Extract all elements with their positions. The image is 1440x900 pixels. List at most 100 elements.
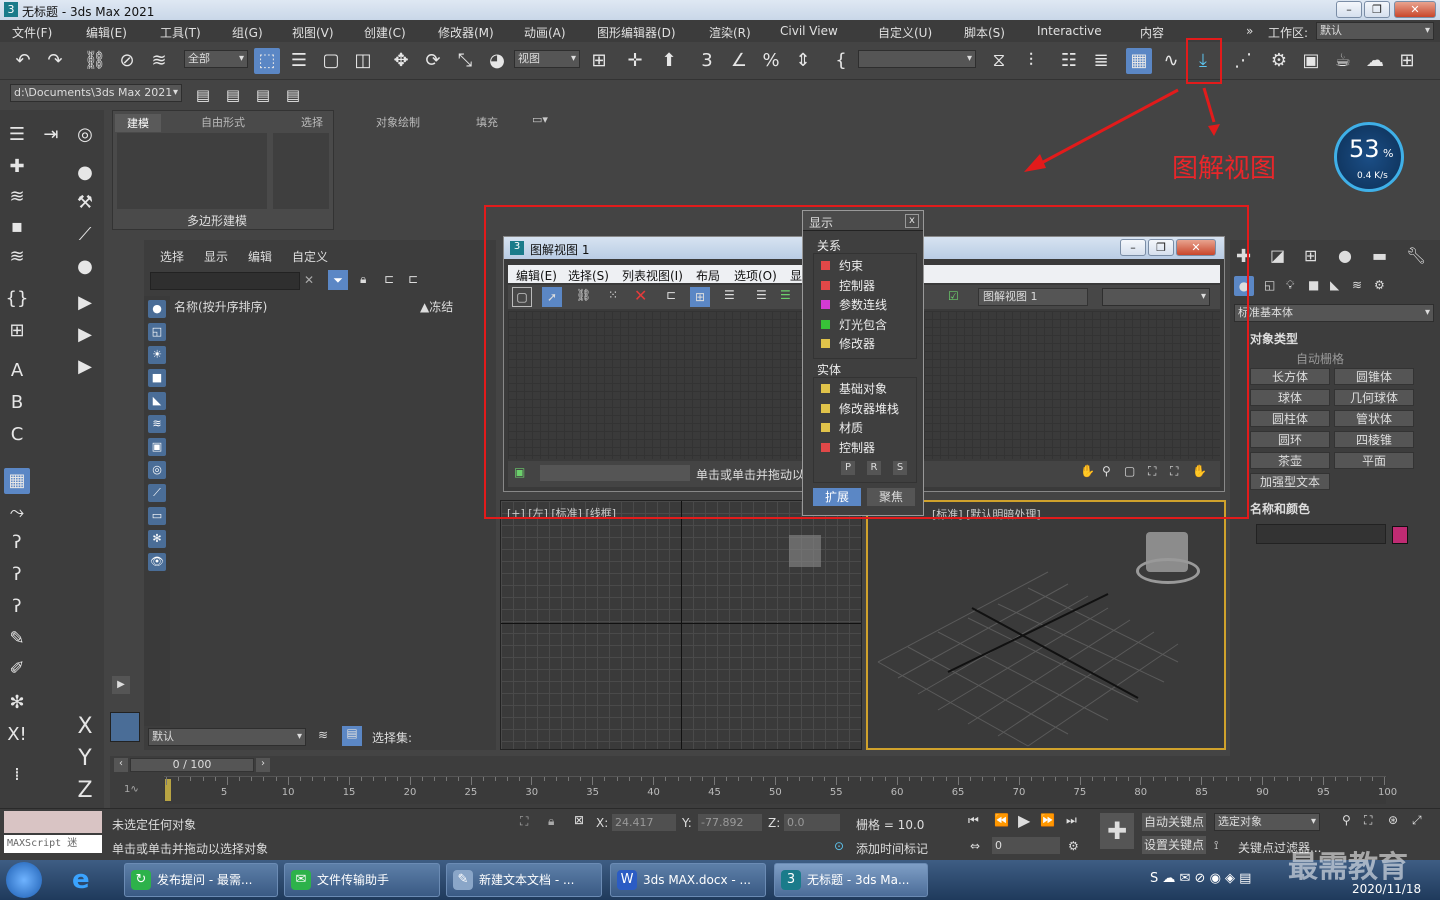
grid-icon[interactable]: ▦ — [4, 468, 30, 494]
workspace-dropdown[interactable]: 默认 — [1316, 22, 1434, 40]
taskbar-item-notepad[interactable]: ✎ 新建文本文档 - ... — [446, 863, 602, 897]
menu-views[interactable]: 视图(V) — [292, 24, 334, 41]
filter-containers-icon[interactable]: ▭ — [148, 507, 166, 525]
select-manipulate-icon[interactable]: ✛ — [622, 48, 648, 74]
shape-icon[interactable]: ● — [72, 160, 98, 186]
menu-group[interactable]: 组(G) — [232, 24, 263, 41]
layer-explorer-icon[interactable]: ☰ — [4, 122, 30, 148]
a360-gallery-icon[interactable]: ⊞ — [1394, 48, 1420, 74]
project-path-dropdown[interactable]: d:\Documents\3ds Max 2021 — [10, 84, 182, 102]
paint-icon[interactable]: ⤳ — [4, 500, 30, 526]
keyboard-shortcut-icon[interactable]: ⬆ — [656, 48, 682, 74]
menu-civil-view[interactable]: Civil View — [780, 24, 838, 38]
sphere-button[interactable]: 球体 — [1250, 389, 1330, 406]
menu-interactive[interactable]: Interactive — [1037, 24, 1102, 38]
move-icon[interactable]: ✥ — [388, 48, 414, 74]
shapes-category-icon[interactable]: ◱ — [1264, 278, 1275, 292]
selection-set-icon[interactable]: ▤ — [342, 726, 362, 746]
menu-graph-editors[interactable]: 图形编辑器(D) — [597, 24, 676, 41]
render-setup-icon[interactable]: ⚙ — [1266, 48, 1292, 74]
expand-chevron-icon[interactable]: » — [1246, 24, 1253, 38]
close-button[interactable]: ✕ — [1394, 1, 1436, 18]
current-frame-field[interactable]: 0 — [992, 837, 1060, 854]
layers-toggle-icon[interactable]: ≋ — [318, 728, 328, 742]
sphere-icon[interactable]: ● — [72, 254, 98, 280]
scene-menu-display[interactable]: 显示 — [204, 248, 228, 265]
isolate-icon[interactable]: ⛶ — [520, 814, 528, 829]
taskbar-item-3dsmax[interactable]: 3 无标题 - 3ds Ma... — [774, 863, 928, 897]
spacewarps-category-icon[interactable]: ≋ — [1352, 278, 1362, 292]
time-slider-prev-icon[interactable]: ‹ — [114, 758, 128, 772]
selection-region-icon[interactable]: ▪ — [4, 214, 30, 240]
cylinder-button[interactable]: 圆柱体 — [1250, 410, 1330, 427]
edit-named-selection-icon[interactable]: { — [828, 48, 854, 74]
cameras-category-icon[interactable]: ■ — [1308, 278, 1319, 292]
create-project-icon[interactable]: ▤ — [220, 82, 246, 108]
selection-filter-dropdown[interactable]: 全部 — [184, 50, 248, 68]
toggle-ribbon-icon[interactable]: ▦ — [1126, 48, 1152, 74]
viewcube-ring[interactable] — [1136, 558, 1200, 584]
reference-coord-dropdown[interactable]: 视图 — [514, 50, 580, 68]
text-a-icon[interactable]: A — [4, 358, 30, 384]
filter-spacewarps-icon[interactable]: ≋ — [148, 415, 166, 433]
auto-key-button[interactable]: 自动关键点 — [1142, 813, 1206, 831]
time-tag-icon[interactable]: ⊙ — [834, 839, 844, 853]
lights-category-icon[interactable]: 💡︎ — [1286, 278, 1294, 293]
play-list-icon[interactable]: ▶ — [72, 290, 98, 316]
material-editor-icon[interactable]: ⋰ — [1230, 48, 1256, 74]
snaps-toggle-icon[interactable]: 3 — [694, 48, 720, 74]
text-c-icon[interactable]: C — [4, 422, 30, 448]
group-icon[interactable]: ⊞ — [4, 318, 30, 344]
ring-icon[interactable]: ʔ — [4, 562, 30, 588]
maxscript-listener[interactable] — [4, 811, 102, 833]
project-folder-icon[interactable]: ▤ — [190, 82, 216, 108]
filter-cameras-icon[interactable]: ■ — [148, 369, 166, 387]
motion-tab-icon[interactable]: ● — [1338, 246, 1352, 265]
filter-helpers-icon[interactable]: ◣ — [148, 392, 166, 410]
object-name-input[interactable] — [1256, 524, 1386, 544]
zoom-all-icon[interactable]: ⛶ — [1364, 813, 1372, 828]
filter-geometry-icon[interactable]: ● — [148, 300, 166, 318]
menu-animation[interactable]: 动画(A) — [524, 24, 566, 41]
taskbar-item-browser[interactable]: ↻ 发布提问 - 最需... — [124, 863, 278, 897]
menu-content[interactable]: 内容 — [1140, 24, 1164, 41]
viewport-left[interactable]: [+] [左] [标准] [线框] — [500, 500, 862, 750]
viewcube-left[interactable] — [789, 535, 821, 567]
primitive-type-dropdown[interactable]: 标准基本体 — [1234, 304, 1434, 322]
toggle-layer-explorer-icon[interactable]: ≣ — [1088, 48, 1114, 74]
teapot-button[interactable]: 茶壶 — [1250, 452, 1330, 469]
filter-hidden-icon[interactable]: 👁︎ — [148, 553, 166, 571]
taskbar-item-word[interactable]: W 3ds MAX.docx - ... — [610, 863, 766, 897]
spinner-snap-icon[interactable]: ⇕ — [790, 48, 816, 74]
key-filter-icon[interactable]: ⟟ — [1214, 838, 1218, 853]
set-project-icon[interactable]: ▤ — [280, 82, 306, 108]
ribbon-options-icon[interactable]: ▭▾ — [532, 113, 548, 126]
named-selection-dropdown[interactable] — [858, 50, 976, 68]
selection-lock-icon[interactable]: 🔒︎ — [548, 814, 554, 829]
scale-icon[interactable]: ⤡ — [452, 48, 478, 74]
filter-xrefs-icon[interactable]: ◎ — [148, 461, 166, 479]
ribbon-tab-populate[interactable]: 填充 — [476, 114, 498, 130]
mirror-icon[interactable]: ⧖ — [986, 48, 1012, 74]
maximize-viewport-icon[interactable]: ⤢ — [1412, 813, 1422, 828]
curve-toggle-icon[interactable]: 1∿ — [124, 784, 139, 795]
filter-particles-icon[interactable]: ✻ — [148, 530, 166, 548]
rect-selection-icon[interactable]: ▢ — [318, 48, 344, 74]
ribbon-tab-modeling[interactable]: 建模 — [115, 114, 161, 132]
maximize-button[interactable]: ❐ — [1364, 1, 1390, 18]
display-tab-icon[interactable]: ▬ — [1372, 246, 1387, 265]
key-mode-icon[interactable]: ⇔ — [970, 839, 980, 853]
align-icon[interactable]: ⫶ — [1018, 48, 1044, 74]
hammer-icon[interactable]: ⚒ — [72, 190, 98, 216]
goto-start-icon[interactable]: ⏮ — [968, 813, 979, 828]
start-button[interactable] — [6, 862, 42, 898]
step-icon[interactable]: ʔ — [4, 594, 30, 620]
menu-scripting[interactable]: 脚本(S) — [964, 24, 1005, 41]
menu-file[interactable]: 文件(F) — [12, 24, 52, 41]
name-color-header[interactable]: 名称和颜色 — [1250, 500, 1310, 517]
ribbon-tab-object-paint[interactable]: 对象绘制 — [376, 114, 420, 130]
pivot-center-icon[interactable]: ⊞ — [586, 48, 612, 74]
orbit-icon[interactable]: ⊛ — [1388, 813, 1398, 827]
prev-frame-icon[interactable]: ⏪ — [994, 813, 1009, 827]
text-b-icon[interactable]: B — [4, 390, 30, 416]
